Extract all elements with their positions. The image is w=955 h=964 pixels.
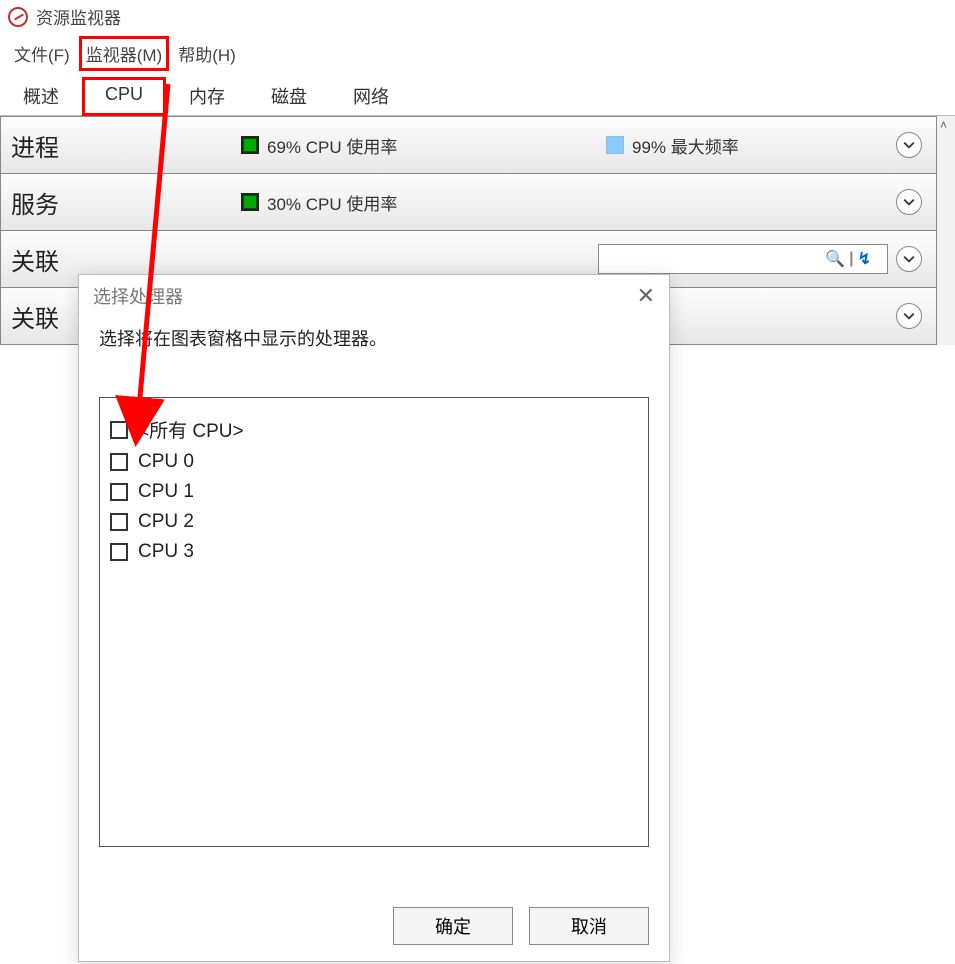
scroll-up-icon[interactable]: ˄: [940, 118, 947, 132]
menu-file[interactable]: 文件(F): [8, 37, 76, 70]
dialog-instruction: 选择将在图表窗格中显示的处理器。: [99, 325, 649, 351]
tab-overview[interactable]: 概述: [0, 76, 82, 115]
processor-option-cpu1[interactable]: CPU 1: [110, 477, 638, 507]
tabs: 概述 CPU 内存 磁盘 网络: [0, 76, 955, 116]
handle-search-box[interactable]: 🔍 | ↯: [598, 244, 888, 274]
chevron-down-icon: [903, 253, 915, 265]
option-label: CPU 1: [138, 481, 194, 503]
processes-freq-stat: 99% 最大频率: [606, 133, 896, 158]
checkbox[interactable]: [110, 421, 128, 439]
expand-handles-button[interactable]: [896, 246, 922, 272]
expand-processes-button[interactable]: [896, 132, 922, 158]
expand-services-button[interactable]: [896, 189, 922, 215]
section-services[interactable]: 服务 30% CPU 使用率: [1, 173, 936, 231]
processor-option-cpu3[interactable]: CPU 3: [110, 537, 638, 567]
ok-button[interactable]: 确定: [393, 907, 513, 945]
menu-help[interactable]: 帮助(H): [172, 37, 242, 70]
option-label: CPU 3: [138, 541, 194, 563]
menu-monitor[interactable]: 监视器(M): [80, 37, 168, 70]
menubar: 文件(F) 监视器(M) 帮助(H): [0, 35, 955, 76]
option-label: CPU 0: [138, 451, 194, 473]
search-icon[interactable]: 🔍: [825, 249, 845, 269]
services-cpu-stat-text: 30% CPU 使用率: [267, 190, 397, 215]
tab-disk[interactable]: 磁盘: [248, 76, 330, 115]
section-processes[interactable]: 进程 69% CPU 使用率 99% 最大频率: [1, 116, 936, 174]
resource-monitor-window: 资源监视器 文件(F) 监视器(M) 帮助(H) 概述 CPU 内存 磁盘 网络…: [0, 0, 955, 964]
chevron-down-icon: [903, 310, 915, 322]
processes-freq-stat-text: 99% 最大频率: [632, 133, 739, 158]
dialog-titlebar: 选择处理器 ✕: [79, 275, 669, 315]
refresh-icon[interactable]: ↯: [858, 249, 871, 269]
cpu-chip-icon: [241, 193, 259, 211]
tab-memory[interactable]: 内存: [166, 76, 248, 115]
dialog-body: 选择将在图表窗格中显示的处理器。 <所有 CPU> CPU 0 CPU 1 CP…: [79, 315, 669, 847]
section-title: 进程: [11, 128, 241, 163]
processes-cpu-stat-text: 69% CPU 使用率: [267, 133, 397, 158]
window-title: 资源监视器: [36, 4, 121, 29]
dialog-buttons: 确定 取消: [393, 907, 649, 945]
chevron-down-icon: [903, 139, 915, 151]
checkbox[interactable]: [110, 453, 128, 471]
processor-listbox[interactable]: <所有 CPU> CPU 0 CPU 1 CPU 2 CPU 3: [99, 397, 649, 847]
dialog-title: 选择处理器: [93, 283, 183, 309]
option-label: CPU 2: [138, 511, 194, 533]
app-icon: [8, 7, 28, 27]
processor-option-all[interactable]: <所有 CPU>: [110, 412, 638, 447]
freq-chip-icon: [606, 136, 624, 154]
checkbox[interactable]: [110, 543, 128, 561]
select-processor-dialog: 选择处理器 ✕ 选择将在图表窗格中显示的处理器。 <所有 CPU> CPU 0 …: [78, 274, 670, 962]
section-title: 关联: [11, 242, 241, 277]
expand-modules-button[interactable]: [896, 303, 922, 329]
dialog-close-button[interactable]: ✕: [637, 283, 655, 309]
chevron-down-icon: [903, 196, 915, 208]
services-cpu-stat: 30% CPU 使用率: [241, 190, 397, 215]
tab-network[interactable]: 网络: [330, 76, 412, 115]
vertical-scrollbar[interactable]: ˄: [937, 116, 955, 345]
cancel-button[interactable]: 取消: [529, 907, 649, 945]
tab-cpu[interactable]: CPU: [82, 77, 166, 116]
checkbox[interactable]: [110, 513, 128, 531]
section-title: 服务: [11, 185, 241, 220]
titlebar: 资源监视器: [0, 0, 955, 35]
processes-cpu-stat: 69% CPU 使用率: [241, 133, 397, 158]
cpu-chip-icon: [241, 136, 259, 154]
processor-option-cpu0[interactable]: CPU 0: [110, 447, 638, 477]
option-label: <所有 CPU>: [138, 416, 244, 443]
checkbox[interactable]: [110, 483, 128, 501]
processor-option-cpu2[interactable]: CPU 2: [110, 507, 638, 537]
search-actions: 🔍 | ↯: [825, 249, 871, 269]
